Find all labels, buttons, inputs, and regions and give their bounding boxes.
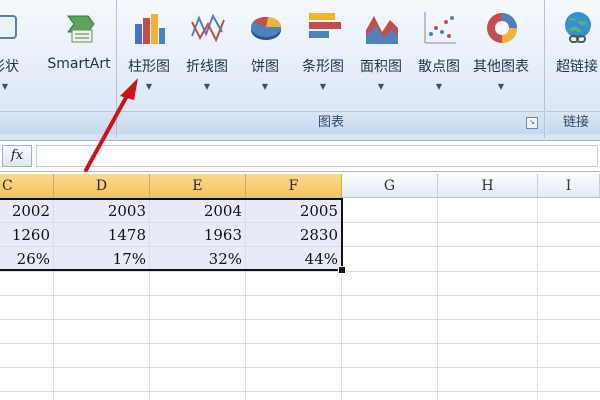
other-charts-icon: [487, 13, 517, 43]
row-gridline: [0, 391, 600, 392]
chevron-down-icon: ▼: [261, 82, 269, 91]
formula-bar: fx: [0, 141, 600, 172]
column-header-f[interactable]: F: [246, 174, 342, 198]
column-chart-button[interactable]: 柱形图 ▼: [122, 4, 176, 100]
area-chart-icon: [366, 16, 398, 44]
column-gridline: [537, 198, 538, 400]
row-gridline: [0, 343, 600, 344]
illustrations-group-label: [0, 111, 116, 134]
line-chart-icon: [191, 13, 225, 43]
column-gridline: [437, 198, 438, 400]
pie-chart-icon: [251, 16, 282, 40]
shapes-icon: [0, 15, 17, 39]
scatter-chart-label: 散点图: [418, 59, 460, 75]
other-charts-button[interactable]: 其他图表 ▼: [473, 4, 529, 100]
ribbon: 彩状 ▼ SmartArt 柱形图 ▼: [0, 0, 600, 141]
scatter-chart-button[interactable]: 散点图 ▼: [412, 4, 466, 100]
pie-chart-label: 饼图: [251, 59, 279, 75]
charts-group-label: 图表: [118, 111, 544, 134]
bar-chart-label: 条形图: [302, 59, 344, 75]
shapes-label: 彩状: [0, 59, 19, 75]
shapes-button[interactable]: 彩状 ▼: [0, 4, 32, 100]
chevron-down-icon: ▼: [435, 82, 443, 91]
hyperlink-button[interactable]: 超链接: [550, 4, 600, 100]
selection-border: [0, 198, 343, 271]
column-header-e[interactable]: E: [150, 174, 246, 198]
line-chart-label: 折线图: [186, 59, 228, 75]
links-group: 超链接 链接: [546, 0, 600, 138]
pie-chart-button[interactable]: 饼图 ▼: [238, 4, 292, 100]
chevron-down-icon: ▼: [203, 82, 211, 91]
column-chart-label: 柱形图: [128, 59, 170, 75]
scatter-chart-icon: [424, 12, 456, 44]
smartart-label: SmartArt: [47, 56, 111, 72]
hyperlink-label: 超链接: [556, 59, 598, 75]
formula-input[interactable]: [36, 145, 598, 167]
column-header-g[interactable]: G: [342, 174, 438, 198]
row-gridline: [0, 367, 600, 368]
row-gridline: [0, 271, 600, 272]
area-chart-label: 面积图: [360, 59, 402, 75]
chevron-down-icon: ▼: [319, 82, 327, 91]
smartart-button[interactable]: SmartArt: [44, 4, 114, 100]
chevron-down-icon: ▼: [377, 82, 385, 91]
worksheet-grid[interactable]: C D E F G H I 2002 2003 2004 2005 1260 1…: [0, 174, 600, 400]
column-header-i[interactable]: I: [538, 174, 600, 198]
row-gridline: [0, 295, 600, 296]
column-header-d[interactable]: D: [54, 174, 150, 198]
other-charts-label: 其他图表: [473, 59, 529, 75]
line-chart-button[interactable]: 折线图 ▼: [180, 4, 234, 100]
chevron-down-icon: ▼: [1, 82, 9, 91]
chevron-down-icon: ▼: [497, 82, 505, 91]
column-chart-icon: [135, 14, 165, 44]
column-header-h[interactable]: H: [438, 174, 538, 198]
smartart-icon: [67, 15, 95, 43]
charts-dialog-launcher-icon[interactable]: ↘: [526, 117, 538, 129]
chevron-down-icon: ▼: [145, 82, 153, 91]
column-header-c[interactable]: C: [0, 174, 54, 198]
bar-chart-icon: [309, 13, 341, 38]
bar-chart-button[interactable]: 条形图 ▼: [296, 4, 350, 100]
insert-function-button[interactable]: fx: [2, 145, 32, 167]
row-gridline: [0, 319, 600, 320]
charts-group: 柱形图 ▼ 折线图 ▼ 饼图 ▼ 条形图 ▼ 面积图 ▼ 散点图 ▼ 其他图表 …: [118, 0, 545, 138]
area-chart-button[interactable]: 面积图 ▼: [354, 4, 408, 100]
hyperlink-globe-icon: [565, 12, 591, 43]
links-group-label: 链接: [546, 111, 600, 134]
fill-handle[interactable]: [338, 266, 346, 274]
illustrations-group: 彩状 ▼ SmartArt: [0, 0, 117, 138]
